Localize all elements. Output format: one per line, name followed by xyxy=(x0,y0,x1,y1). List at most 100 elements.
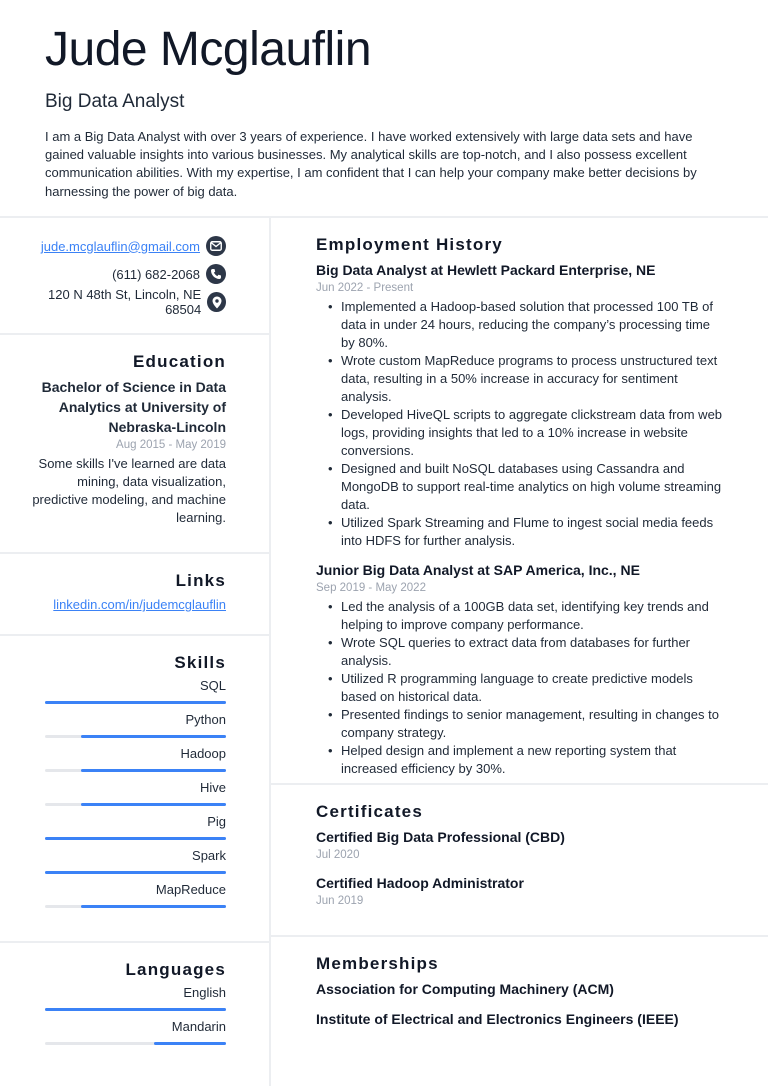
employment-heading: Employment History xyxy=(316,235,503,254)
language-item: Mandarin xyxy=(20,1018,226,1045)
certificate-entry: Certified Big Data Professional (CBD) Jul… xyxy=(316,827,723,863)
memberships-section: Memberships Association for Computing Ma… xyxy=(271,937,768,1029)
skill-name: Spark xyxy=(192,848,226,863)
skill-level-bar xyxy=(45,837,226,840)
jobs-list: Big Data Analyst at Hewlett Packard Ente… xyxy=(316,260,723,778)
certificate-entry: Certified Hadoop Administrator Jun 2019 xyxy=(316,873,723,909)
map-pin-icon xyxy=(207,292,226,312)
certificates-list: Certified Big Data Professional (CBD) Jul… xyxy=(316,827,723,909)
job-bullet: Utilized Spark Streaming and Flume to in… xyxy=(316,514,723,550)
skill-item: Pig xyxy=(20,813,226,840)
skill-name: Python xyxy=(185,712,226,727)
skill-name: Pig xyxy=(207,814,226,829)
education-heading: Education xyxy=(133,352,226,371)
memberships-list: Association for Computing Machinery (ACM… xyxy=(316,979,723,1029)
certificate-date: Jul 2020 xyxy=(316,849,360,861)
skills-list: SQL Python Hadoop Hive Pig Spark MapReduce xyxy=(20,677,226,908)
certificate-date: Jun 2019 xyxy=(316,895,364,907)
skill-level-bar xyxy=(45,871,226,874)
job-dates: Jun 2022 - Present xyxy=(316,282,414,294)
contact-section: jude.mcglauflin@gmail.com (611) 682-2068… xyxy=(0,218,269,333)
job-bullet: Designed and built NoSQL databases using… xyxy=(316,460,723,514)
job-bullet: Wrote SQL queries to extract data from d… xyxy=(316,634,723,670)
languages-section: Languages English Mandarin xyxy=(0,943,269,1045)
certificate-name: Certified Hadoop Administrator xyxy=(316,875,524,891)
language-level-bar xyxy=(45,1042,226,1045)
language-level-fill xyxy=(153,1042,226,1045)
languages-heading: Languages xyxy=(125,960,226,979)
languages-list: English Mandarin xyxy=(20,984,226,1045)
job-bullet: Wrote custom MapReduce programs to proce… xyxy=(316,352,723,406)
language-level-bar xyxy=(45,1008,226,1011)
resume-header: Jude Mcglauflin Big Data Analyst I am a … xyxy=(0,0,768,216)
left-column: jude.mcglauflin@gmail.com (611) 682-2068… xyxy=(0,218,269,1052)
language-name: English xyxy=(183,985,226,1000)
job-bullet: Implemented a Hadoop-based solution that… xyxy=(316,298,723,352)
skill-level-bar xyxy=(45,769,226,772)
profile-summary: I am a Big Data Analyst with over 3 year… xyxy=(45,129,697,199)
skill-level-bar xyxy=(45,803,226,806)
skill-level-bar xyxy=(45,701,226,704)
links-heading: Links xyxy=(175,571,226,590)
job-bullet: Led the analysis of a 100GB data set, id… xyxy=(316,598,723,634)
job-entry: Junior Big Data Analyst at SAP America, … xyxy=(316,560,723,778)
email-link[interactable]: jude.mcglauflin@gmail.com xyxy=(41,239,200,254)
education-degree: Bachelor of Science in Data Analytics at… xyxy=(41,379,226,435)
skill-level-fill xyxy=(81,735,226,738)
skill-level-fill xyxy=(81,769,226,772)
language-name: Mandarin xyxy=(171,1019,226,1034)
job-dates: Sep 2019 - May 2022 xyxy=(316,582,426,594)
language-level-fill xyxy=(45,1008,226,1011)
skill-name: Hive xyxy=(199,780,226,795)
job-bullet: Presented findings to senior management,… xyxy=(316,706,723,742)
skill-level-bar xyxy=(45,905,226,908)
phone-number: (611) 682-2068 xyxy=(112,266,200,282)
skill-item: Hadoop xyxy=(20,745,226,772)
certificate-name: Certified Big Data Professional (CBD) xyxy=(316,829,565,845)
skill-item: Hive xyxy=(20,779,226,806)
employment-section: Employment History Big Data Analyst at H… xyxy=(271,218,768,783)
address-text: 120 N 48th St, Lincoln, NE 68504 xyxy=(48,287,202,317)
right-column: Employment History Big Data Analyst at H… xyxy=(271,218,768,1029)
job-bullet: Developed HiveQL scripts to aggregate cl… xyxy=(316,406,723,460)
linkedin-link[interactable]: linkedin.com/in/judemcglauflin xyxy=(20,597,226,612)
candidate-name: Jude Mcglauflin xyxy=(45,23,372,76)
education-dates: Aug 2015 - May 2019 xyxy=(116,439,226,451)
job-bullets: Led the analysis of a 100GB data set, id… xyxy=(316,598,723,778)
skill-level-fill xyxy=(81,803,226,806)
envelope-icon xyxy=(206,236,226,256)
certificates-section: Certificates Certified Big Data Professi… xyxy=(271,785,768,935)
skill-name: SQL xyxy=(199,678,226,693)
phone-icon xyxy=(206,264,226,284)
skill-level-bar xyxy=(45,735,226,738)
skill-level-fill xyxy=(45,837,226,840)
job-title: Big Data Analyst xyxy=(45,91,185,112)
skill-level-fill xyxy=(45,701,226,704)
skill-item: Spark xyxy=(20,847,226,874)
job-heading: Big Data Analyst at Hewlett Packard Ente… xyxy=(316,262,656,278)
job-entry: Big Data Analyst at Hewlett Packard Ente… xyxy=(316,260,723,550)
skill-level-fill xyxy=(81,905,226,908)
membership-item: Association for Computing Machinery (ACM… xyxy=(316,981,614,997)
skill-name: Hadoop xyxy=(180,746,226,761)
contact-phone: (611) 682-2068 xyxy=(20,260,226,288)
skills-heading: Skills xyxy=(174,653,226,672)
skill-item: MapReduce xyxy=(20,881,226,908)
education-section: Education Bachelor of Science in Data An… xyxy=(0,335,269,552)
language-item: English xyxy=(20,984,226,1011)
job-bullet: Utilized R programming language to creat… xyxy=(316,670,723,706)
job-heading: Junior Big Data Analyst at SAP America, … xyxy=(316,562,640,578)
job-bullets: Implemented a Hadoop-based solution that… xyxy=(316,298,723,550)
skill-name: MapReduce xyxy=(155,882,226,897)
skill-item: SQL xyxy=(20,677,226,704)
education-description: Some skills I've learned are data mining… xyxy=(32,456,226,525)
contact-address: 120 N 48th St, Lincoln, NE 68504 xyxy=(20,287,226,317)
certificates-heading: Certificates xyxy=(316,802,423,821)
links-section: Links linkedin.com/in/judemcglauflin xyxy=(0,554,269,634)
skill-level-fill xyxy=(45,871,226,874)
skill-item: Python xyxy=(20,711,226,738)
job-bullet: Helped design and implement a new report… xyxy=(316,742,723,778)
skills-section: Skills SQL Python Hadoop Hive Pig Spark MapRed… xyxy=(0,636,269,941)
contact-email: jude.mcglauflin@gmail.com xyxy=(20,232,226,260)
memberships-heading: Memberships xyxy=(316,954,439,973)
